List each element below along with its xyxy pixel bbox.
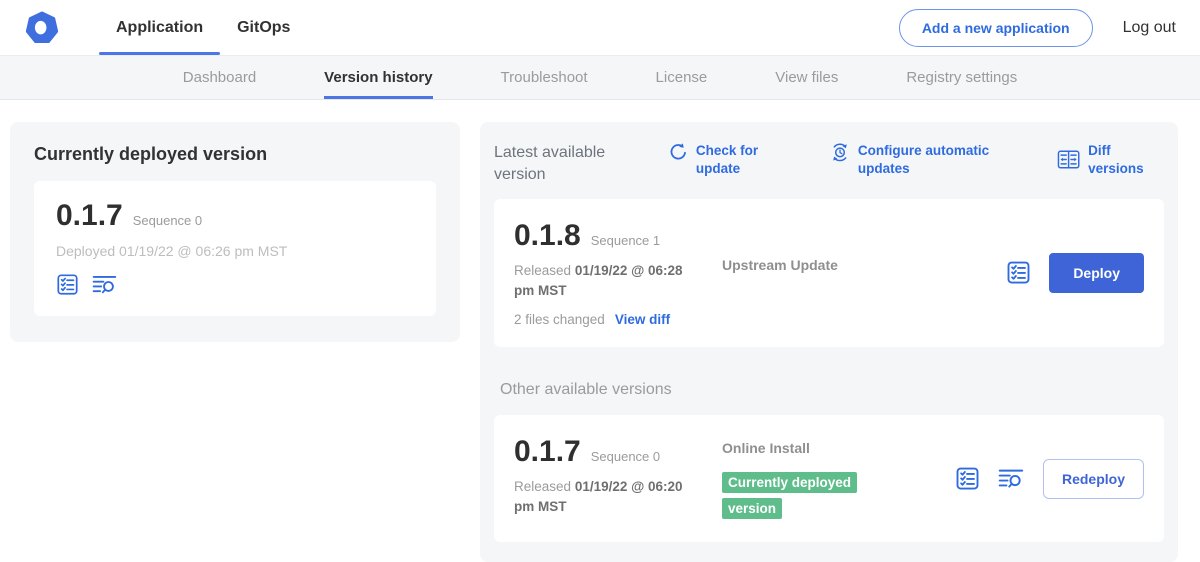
latest-source-column: Upstream Update xyxy=(722,219,912,327)
configure-automatic-updates-link[interactable]: Configure automatic updates xyxy=(830,142,993,177)
latest-version-row: 0.1.8 Sequence 1 xyxy=(514,219,704,253)
latest-version-info: 0.1.8 Sequence 1 Released 01/19/22 @ 06:… xyxy=(514,219,704,327)
latest-files-row: 2 files changed View diff xyxy=(514,312,704,327)
deployed-version-card: 0.1.7 Sequence 0 Deployed 01/19/22 @ 06:… xyxy=(34,181,436,316)
logout-link[interactable]: Log out xyxy=(1123,19,1176,37)
refresh-icon xyxy=(668,142,688,162)
deploy-button[interactable]: Deploy xyxy=(1049,253,1144,293)
add-application-button[interactable]: Add a new application xyxy=(899,9,1093,47)
main-content: Currently deployed version 0.1.7 Sequenc… xyxy=(0,100,1200,562)
other-released-line: Released 01/19/22 @ 06:20 pm MST xyxy=(514,477,704,518)
subnav-item-version-history[interactable]: Version history xyxy=(324,56,432,99)
latest-panel-header: Latest available version Check for updat… xyxy=(494,140,1164,185)
subnav-item-view-files[interactable]: View files xyxy=(775,56,838,99)
subnav-item-registry-settings[interactable]: Registry settings xyxy=(906,56,1017,99)
currently-deployed-badge: Currently deployed version xyxy=(722,472,857,519)
latest-version-number: 0.1.8 xyxy=(514,219,581,253)
deployed-sequence-label: Sequence 0 xyxy=(133,213,202,228)
other-source-column: Online Install Currently deployed versio… xyxy=(722,435,912,523)
released-prefix: Released xyxy=(514,263,571,278)
redeploy-button[interactable]: Redeploy xyxy=(1043,459,1144,499)
deployed-actions xyxy=(56,273,414,296)
app-logo xyxy=(25,0,59,55)
deployed-badge-wrap: Currently deployed version xyxy=(722,470,882,523)
latest-available-panel: Latest available version Check for updat… xyxy=(480,122,1178,562)
clock-refresh-icon xyxy=(830,142,850,162)
deployed-timestamp: Deployed 01/19/22 @ 06:26 pm MST xyxy=(56,243,414,259)
subnav-item-dashboard[interactable]: Dashboard xyxy=(183,56,256,99)
other-version-info: 0.1.7 Sequence 0 Released 01/19/22 @ 06:… xyxy=(514,435,704,523)
latest-sequence-label: Sequence 1 xyxy=(591,233,660,248)
top-tabs: Application GitOps xyxy=(99,0,307,55)
diff-versions-link[interactable]: Diff versions xyxy=(1057,142,1164,177)
latest-available-title: Latest available version xyxy=(494,142,632,185)
view-diff-link[interactable]: View diff xyxy=(615,312,670,327)
latest-source-label: Upstream Update xyxy=(722,257,838,273)
check-for-update-label: Check for update xyxy=(696,142,766,177)
view-logs-icon[interactable] xyxy=(998,467,1025,490)
tab-gitops[interactable]: GitOps xyxy=(220,0,307,55)
check-for-update-link[interactable]: Check for update xyxy=(668,142,766,177)
preflight-checks-icon[interactable] xyxy=(1006,260,1031,285)
latest-version-card: 0.1.8 Sequence 1 Released 01/19/22 @ 06:… xyxy=(494,199,1164,347)
app-subnav: Dashboard Version history Troubleshoot L… xyxy=(0,56,1200,100)
kots-logo-icon xyxy=(25,11,59,45)
other-version-actions: Redeploy xyxy=(955,459,1144,499)
other-version-card: 0.1.7 Sequence 0 Released 01/19/22 @ 06:… xyxy=(494,415,1164,543)
other-version-number: 0.1.7 xyxy=(514,435,581,469)
latest-version-actions: Deploy xyxy=(1006,253,1144,293)
diff-versions-label: Diff versions xyxy=(1088,142,1164,177)
currently-deployed-panel: Currently deployed version 0.1.7 Sequenc… xyxy=(10,122,460,342)
other-version-row: 0.1.7 Sequence 0 xyxy=(514,435,704,469)
other-source-label: Online Install xyxy=(722,440,810,456)
currently-deployed-title: Currently deployed version xyxy=(34,144,436,165)
other-versions-title: Other available versions xyxy=(500,381,1158,399)
tab-application[interactable]: Application xyxy=(99,0,220,55)
top-right-actions: Add a new application Log out xyxy=(899,0,1176,55)
files-changed-label: 2 files changed xyxy=(514,312,605,327)
subnav-item-license[interactable]: License xyxy=(656,56,708,99)
diff-icon xyxy=(1057,149,1080,170)
top-nav: Application GitOps Add a new application… xyxy=(0,0,1200,56)
configure-automatic-updates-label: Configure automatic updates xyxy=(858,142,993,177)
tab-gitops-label: GitOps xyxy=(237,19,290,37)
preflight-checks-icon[interactable] xyxy=(955,466,980,491)
tab-application-label: Application xyxy=(116,19,203,37)
deployed-version-number: 0.1.7 xyxy=(56,199,123,233)
other-sequence-label: Sequence 0 xyxy=(591,449,660,464)
subnav-item-troubleshoot[interactable]: Troubleshoot xyxy=(501,56,588,99)
view-logs-icon[interactable] xyxy=(92,273,118,296)
latest-header-links: Check for update Configure automatic upd… xyxy=(668,142,1164,177)
released-prefix: Released xyxy=(514,479,571,494)
preflight-checks-icon[interactable] xyxy=(56,273,79,296)
latest-released-line: Released 01/19/22 @ 06:28 pm MST xyxy=(514,261,704,302)
deployed-version-row: 0.1.7 Sequence 0 xyxy=(56,199,414,233)
